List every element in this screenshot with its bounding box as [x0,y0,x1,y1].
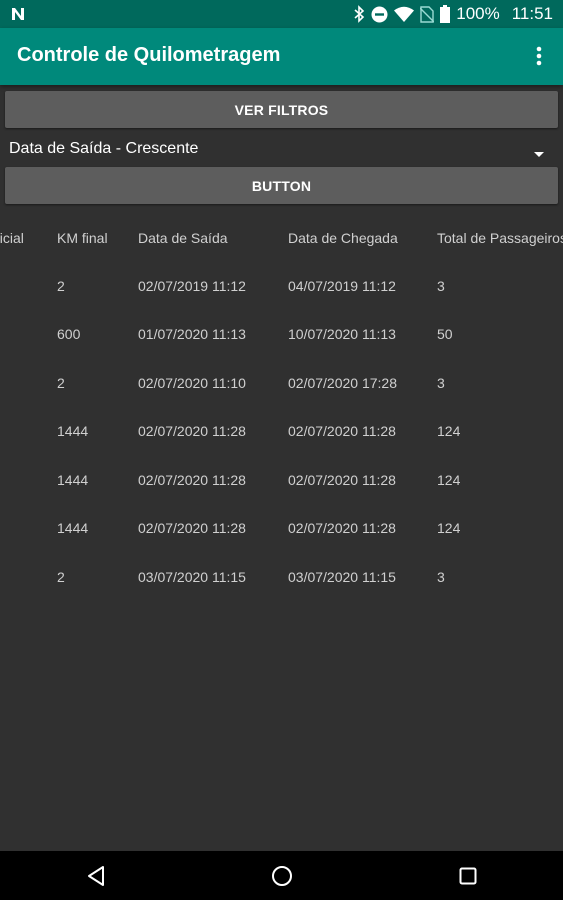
generic-button[interactable]: BUTTON [5,167,558,204]
sort-spinner-value: Data de Saída - Crescente [9,140,199,157]
cell-data-chegada: 03/07/2020 11:15 [288,569,396,585]
home-button[interactable] [269,863,295,889]
clock: 11:51 [511,4,553,23]
cell-data-saida: 03/07/2020 11:15 [138,569,246,585]
cell-total-passageiros: 50 [437,326,453,342]
cell-data-chegada: 02/07/2020 11:28 [288,520,396,536]
cell-total-passageiros: 124 [437,472,461,488]
cell-total-passageiros: 3 [437,278,445,294]
cell-km-final: 2 [57,375,65,391]
column-header-data-saida: Data de Saída [138,230,228,246]
cell-total-passageiros: 3 [437,569,445,585]
cell-km-final: 2 [57,569,65,585]
recents-icon [459,867,477,885]
cell-data-chegada: 02/07/2020 17:28 [288,375,397,391]
recents-button[interactable] [455,863,481,889]
cell-data-saida: 02/07/2020 11:10 [138,375,246,391]
cell-data-saida: 02/07/2020 11:28 [138,520,246,536]
cell-data-chegada: 02/07/2020 11:28 [288,472,396,488]
cell-total-passageiros: 124 [437,423,461,439]
trips-table[interactable]: nicial KM final Data de Saída Data de Ch… [0,210,563,610]
column-header-total-passageiros: Total de Passageiros [437,230,563,246]
overflow-menu-button[interactable] [525,42,553,70]
cell-data-saida: 02/07/2020 11:28 [138,472,246,488]
back-icon [88,866,104,886]
status-bar: 100% 11:51 [0,0,563,28]
battery-percent: 100% [456,4,500,23]
cell-data-saida: 02/07/2020 11:28 [138,423,246,439]
cell-total-passageiros: 3 [437,375,445,391]
column-header-data-chegada: Data de Chegada [288,230,398,246]
sort-spinner[interactable]: Data de Saída - Crescente [0,132,563,164]
column-header-km-final: KM final [57,230,108,246]
notification-n-icon [10,5,28,28]
app-bar: Controle de Quilometragem [0,28,563,85]
cell-km-final: 1444 [57,472,89,488]
wifi-icon [394,6,415,23]
cell-data-saida: 01/07/2020 11:13 [138,326,246,342]
page-title: Controle de Quilometragem [17,44,281,66]
bluetooth-icon [353,5,365,23]
no-sim-icon [420,5,435,23]
home-icon [272,866,292,886]
cell-km-final: 2 [57,278,65,294]
cell-data-chegada: 02/07/2020 11:28 [288,423,396,439]
column-header-km-inicial: nicial [0,230,24,246]
navigation-bar [0,851,563,900]
cell-data-chegada: 10/07/2020 11:13 [288,326,396,342]
cell-km-final: 1444 [57,423,89,439]
cell-km-final: 600 [57,326,81,342]
cell-total-passageiros: 124 [437,520,461,536]
battery-icon [440,5,451,23]
cell-km-final: 1444 [57,520,89,536]
more-vert-icon [536,46,542,66]
do-not-disturb-icon [371,6,388,23]
cell-data-chegada: 04/07/2019 11:12 [288,278,396,294]
dropdown-arrow-icon [534,145,544,163]
view-filters-button[interactable]: VER FILTROS [5,91,558,128]
cell-data-saida: 02/07/2019 11:12 [138,278,246,294]
back-button[interactable] [83,863,109,889]
